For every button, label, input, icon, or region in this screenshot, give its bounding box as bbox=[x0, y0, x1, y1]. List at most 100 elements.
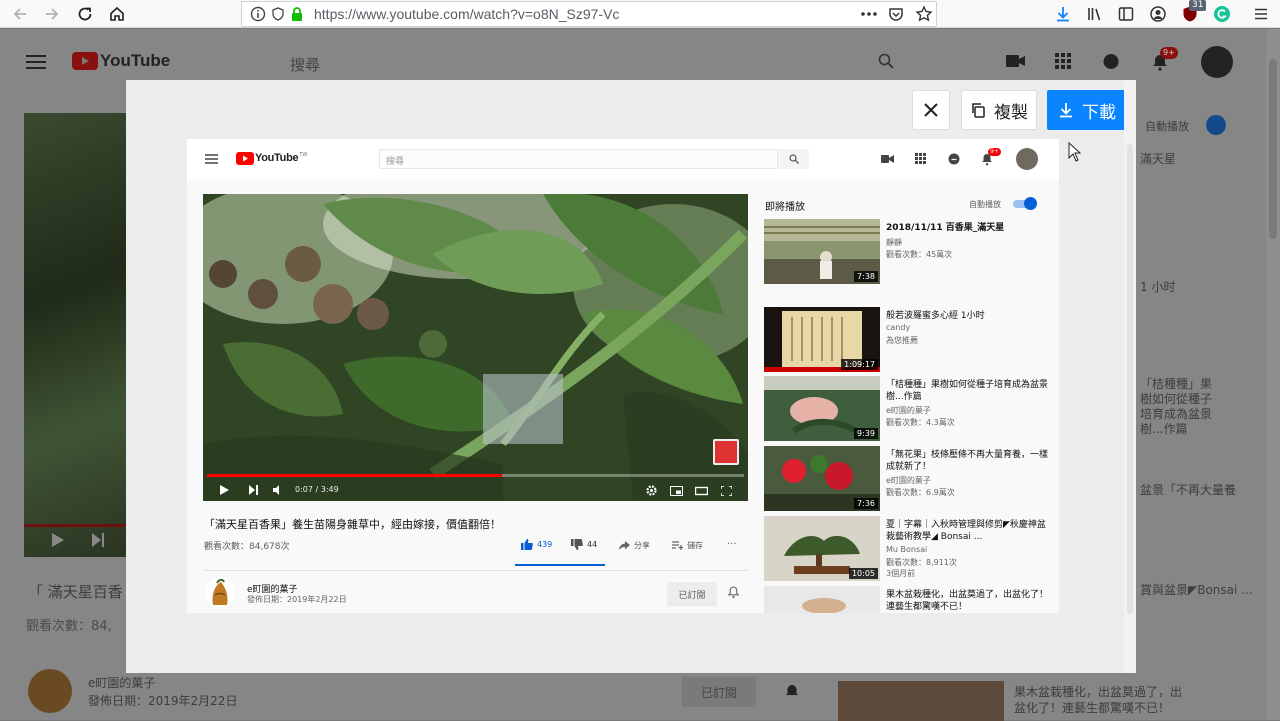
bg-autoplay-label: 自動播放 bbox=[1145, 120, 1189, 133]
progress-bar-fill bbox=[207, 474, 503, 477]
messages-icon bbox=[948, 153, 960, 165]
bg-right-text-4: 盆景「不再大量養 bbox=[1140, 483, 1237, 497]
save-button: 儲存 bbox=[672, 540, 703, 551]
yt-header: YouTube TW 搜尋 9+ bbox=[187, 139, 1059, 179]
url-bar[interactable]: https://www.youtube.com/watch?v=o8N_Sz97… bbox=[241, 1, 937, 27]
info-icon[interactable] bbox=[250, 6, 266, 22]
side-video-title: 2018/11/11 百香果_滿天星 bbox=[886, 223, 1005, 233]
video-player: 0:07 / 3:49 bbox=[203, 194, 748, 501]
side-video-views: 觀看次數：45萬次 bbox=[886, 250, 953, 259]
side-video-views: 觀看次數：4.3萬次 bbox=[886, 418, 955, 427]
download-button[interactable]: 下載 bbox=[1047, 90, 1127, 130]
close-icon bbox=[924, 103, 938, 117]
thumbs-down-icon bbox=[571, 539, 583, 550]
create-video-icon bbox=[881, 154, 894, 164]
download-icon[interactable] bbox=[1052, 3, 1074, 25]
pocket-icon[interactable] bbox=[888, 6, 904, 22]
library-icon[interactable] bbox=[1084, 3, 1106, 25]
side-video-views: 觀看次數：8,911次 bbox=[886, 558, 957, 567]
side-video-duration: 10:05 bbox=[848, 568, 878, 579]
share-label: 分享 bbox=[634, 541, 650, 550]
forward-icon[interactable] bbox=[40, 2, 64, 26]
bg-notification-badge: 9+ bbox=[1160, 47, 1178, 59]
share-icon bbox=[619, 541, 630, 550]
bg-channel-name: e町園的菓子 bbox=[88, 676, 156, 690]
channel-avatar bbox=[205, 577, 235, 607]
url-text: https://www.youtube.com/watch?v=o8N_Sz97… bbox=[314, 6, 620, 22]
next-icon bbox=[249, 485, 258, 495]
bg-camera-icon bbox=[1006, 54, 1026, 68]
up-next-label: 即將播放 bbox=[765, 202, 805, 213]
like-count: 439 bbox=[537, 540, 553, 549]
bg-channel-avatar bbox=[28, 669, 72, 713]
hamburger-icon bbox=[205, 154, 218, 164]
screenshot-preview: YouTube TW 搜尋 9+ 0:07 / 3:49 「滿天星百香果」養生苗… bbox=[187, 139, 1059, 613]
bookmark-star-icon[interactable] bbox=[915, 5, 933, 23]
video-frame bbox=[203, 194, 748, 501]
bg-hamburger-icon bbox=[26, 55, 46, 69]
bg-play-icon bbox=[52, 533, 64, 547]
account-icon[interactable] bbox=[1147, 3, 1169, 25]
youtube-logo: YouTube TW bbox=[236, 152, 307, 165]
side-video-thumbnail bbox=[764, 586, 880, 613]
yt-search-placeholder: 搜尋 bbox=[386, 157, 405, 167]
autoplay-label: 自動播放 bbox=[969, 200, 1001, 209]
overlay-scrollbar[interactable] bbox=[1124, 80, 1136, 673]
screenshot-overlay: 複製 下載 YouTube TW 搜尋 9+ 0:07 / 3:49 「滿天星百… bbox=[126, 80, 1136, 673]
youtube-logo-text: YouTube bbox=[255, 152, 299, 164]
lock-icon bbox=[290, 6, 304, 22]
side-video-title: 般若波羅蜜多心經 1小时 bbox=[886, 311, 985, 321]
notification-badge: 9+ bbox=[988, 148, 1001, 156]
bg-bell-icon-2 bbox=[784, 683, 800, 701]
copy-button[interactable]: 複製 bbox=[961, 90, 1037, 130]
bg-bottom-title: 果木盆栽種化，出盆莫過了，出盆化了！連藝生都驚嘆不已！ bbox=[1014, 685, 1183, 715]
side-video-channel: Mu Bonsai bbox=[886, 545, 928, 554]
menu-icon[interactable] bbox=[1250, 3, 1272, 25]
side-video-duration: 1:09:17 bbox=[841, 359, 878, 370]
side-video-thumbnail: 9:39 bbox=[764, 376, 880, 441]
reload-icon[interactable] bbox=[73, 2, 97, 26]
side-video-channel: e町園的菓子 bbox=[886, 476, 931, 485]
grammarly-icon[interactable] bbox=[1211, 3, 1233, 25]
side-video-thumbnail: 10:05 bbox=[764, 516, 880, 581]
side-video-channel: e町園的菓子 bbox=[886, 406, 931, 415]
apps-icon bbox=[915, 153, 926, 164]
dislike-button: 44 bbox=[571, 539, 597, 550]
yt-search-input: 搜尋 bbox=[379, 149, 809, 169]
home-icon[interactable] bbox=[105, 2, 129, 26]
page-actions-icon[interactable] bbox=[860, 7, 878, 21]
volume-icon bbox=[273, 485, 283, 495]
bg-youtube-logo: YouTube bbox=[72, 51, 170, 71]
play-icon bbox=[220, 485, 229, 495]
published-date: 發佈日期：2019年2月22日 bbox=[247, 595, 347, 604]
close-button[interactable] bbox=[912, 90, 950, 130]
bg-scrollbar bbox=[1266, 29, 1280, 720]
video-title: 「滿天星百香果」養生苗陽身雜草中，經由嫁接，價值翻倍！ bbox=[204, 518, 501, 531]
bg-right-text-5: 賞與盆景◤Bonsai ... bbox=[1140, 583, 1253, 597]
side-video-thumbnail: 7:38 bbox=[764, 219, 880, 284]
bg-chat-icon bbox=[1102, 53, 1120, 71]
bg-right-title-1: 滿天星 bbox=[1140, 152, 1177, 166]
side-video-thumbnail: 7:36 bbox=[764, 446, 880, 511]
divider bbox=[203, 570, 748, 571]
back-icon[interactable] bbox=[8, 2, 32, 26]
yt-search-button bbox=[777, 149, 809, 169]
side-video-card: 10:05 夏｜字幕｜入秋時管理與修剪◤秋慶神盆栽藝術教學◢ Bonsai ..… bbox=[764, 516, 1056, 582]
download-label: 下載 bbox=[1082, 102, 1116, 123]
side-video-duration: 7:38 bbox=[854, 271, 878, 282]
progress-bar bbox=[207, 474, 744, 477]
side-video-age: 3個月前 bbox=[886, 569, 916, 578]
side-video-card: 7:38 2018/11/11 百香果_滿天星 靜靜 觀看次數：45萬次 bbox=[764, 219, 1056, 285]
bg-search-icon bbox=[878, 53, 894, 69]
side-video-card: 1:09:17 般若波羅蜜多心經 1小时 candy 為您推薦 bbox=[764, 307, 1056, 373]
channel-watermark bbox=[713, 439, 739, 465]
ublock-count-badge: 31 bbox=[1189, 0, 1207, 11]
bg-published: 發佈日期：2019年2月22日 bbox=[88, 694, 238, 708]
side-video-channel: candy bbox=[886, 323, 911, 332]
bg-video-title: 「 滿天星百香 bbox=[28, 583, 123, 601]
tracking-icon[interactable] bbox=[270, 6, 286, 22]
sidebar-icon[interactable] bbox=[1115, 3, 1137, 25]
subscribed-button: 已訂閱 bbox=[667, 582, 717, 606]
thumbs-up-icon bbox=[521, 539, 533, 550]
settings-icon bbox=[646, 485, 657, 496]
